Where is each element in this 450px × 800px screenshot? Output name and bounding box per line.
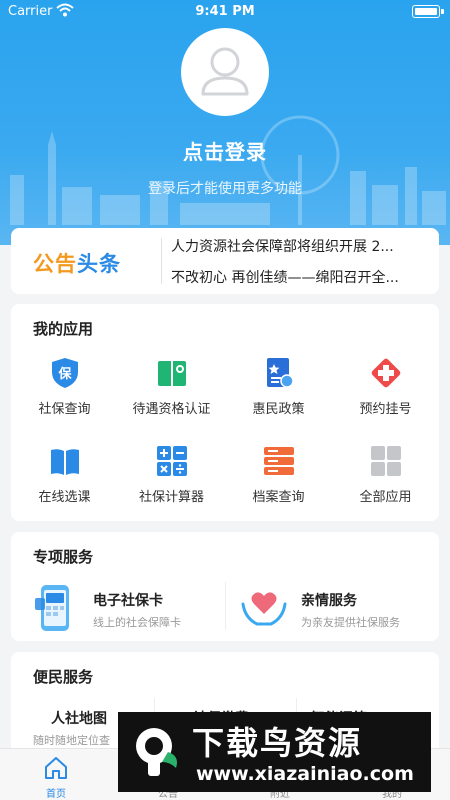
section-title: 我的应用 — [33, 320, 94, 338]
app-all-apps[interactable]: 全部应用 — [332, 444, 439, 505]
policy-doc-icon — [266, 358, 294, 388]
notice-logo: 公告头条 — [33, 252, 121, 276]
header-banner: Carrier 9:41 PM 点击登录 登录后才能使用更多功能 — [0, 0, 450, 245]
app-appointment-booking[interactable]: 预约挂号 — [332, 356, 439, 417]
service-desc: 为亲友提供社保服务 — [301, 616, 400, 629]
service-title: 亲情服务 — [301, 593, 357, 609]
app-social-security-calculator[interactable]: 社保计算器 — [118, 444, 225, 505]
archive-icon — [263, 447, 294, 475]
service-electronic-card[interactable]: 电子社保卡 线上的社会保障卡 — [25, 582, 225, 632]
status-bar: Carrier 9:41 PM — [0, 0, 450, 24]
divider — [161, 238, 162, 284]
tab-home[interactable]: 首页 — [0, 749, 112, 800]
city-skyline-decoration — [10, 115, 446, 225]
service-desc: 随时随地定位查 — [33, 734, 110, 747]
divider — [225, 582, 226, 630]
app-qualification-certification[interactable]: 待遇资格认证 — [118, 356, 225, 417]
heart-hands-icon — [241, 592, 287, 626]
login-button[interactable]: 点击登录 — [0, 136, 450, 165]
battery-icon — [412, 5, 444, 18]
shield-bao-icon: 保 — [51, 358, 78, 388]
calculator-icon — [156, 446, 187, 476]
medical-cross-icon — [371, 358, 400, 388]
bird-logo-icon — [136, 728, 177, 776]
notice-item[interactable]: 不改初心 再创佳绩——绵阳召开全... — [171, 267, 429, 287]
section-title: 专项服务 — [33, 548, 94, 566]
phone-card-icon — [35, 585, 69, 631]
notice-item[interactable]: 人力资源社会保障部将组织开展 2... — [171, 236, 429, 256]
app-online-course[interactable]: 在线选课 — [11, 444, 118, 505]
green-book-icon — [157, 361, 186, 386]
clock: 9:41 PM — [195, 4, 255, 19]
my-apps-section: 我的应用 保 社保查询 待遇资格认证 惠民政策 预约挂号 在线选课 社保计算器 … — [11, 304, 439, 521]
app-benefit-policy[interactable]: 惠民政策 — [225, 356, 332, 417]
login-hint: 登录后才能使用更多功能 — [148, 181, 302, 197]
section-title: 便民服务 — [33, 668, 94, 686]
service-title: 电子社保卡 — [93, 593, 163, 609]
service-hr-map[interactable]: 人社地图 — [51, 708, 107, 728]
app-archive-query[interactable]: 档案查询 — [225, 444, 332, 505]
grid-icon — [370, 446, 401, 476]
app-social-security-query[interactable]: 保 社保查询 — [11, 356, 118, 417]
open-book-icon — [50, 449, 79, 475]
watermark-title: 下载鸟资源 — [192, 724, 363, 762]
notice-card: 公告头条 人力资源社会保障部将组织开展 2... 不改初心 再创佳绩——绵阳召开… — [11, 228, 439, 294]
special-services-section: 专项服务 电子社保卡 线上的社会保障卡 亲情服务 为亲友提供社保服务 — [11, 532, 439, 641]
home-icon — [45, 757, 67, 779]
watermark-url: www.xiazainiao.com — [196, 763, 414, 785]
avatar[interactable] — [181, 28, 269, 116]
service-family-care[interactable]: 亲情服务 为亲友提供社保服务 — [233, 582, 433, 632]
svg-text:保: 保 — [57, 366, 72, 382]
service-desc: 线上的社会保障卡 — [93, 616, 181, 629]
user-placeholder-icon — [201, 47, 249, 96]
watermark-overlay: 下载鸟资源 www.xiazainiao.com — [118, 712, 431, 792]
